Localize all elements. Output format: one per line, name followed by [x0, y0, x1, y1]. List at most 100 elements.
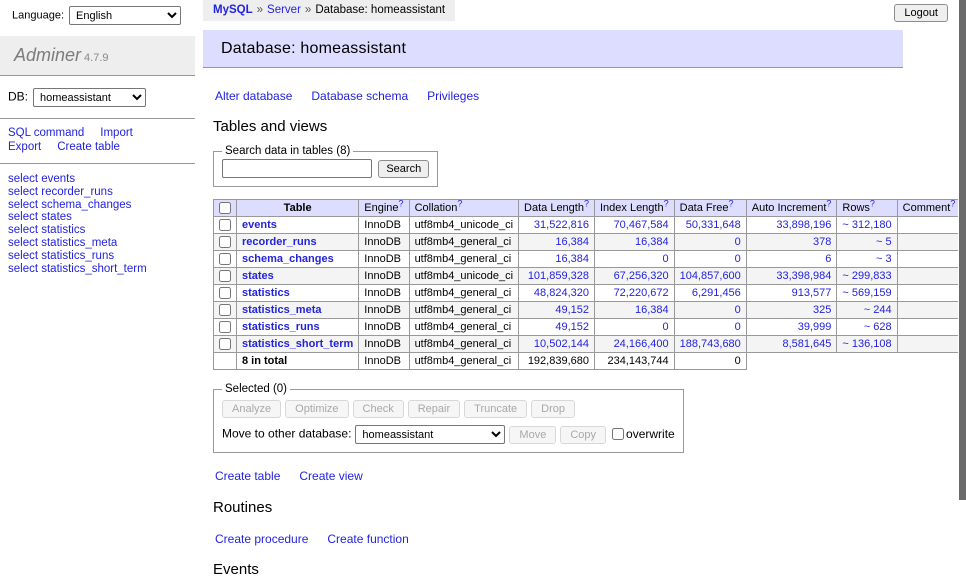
help-link[interactable]: ?	[584, 198, 589, 208]
db-select[interactable]: homeassistant	[33, 88, 146, 107]
auto-increment-link[interactable]: 33,898,196	[776, 219, 831, 231]
table-link-statistics-runs[interactable]: statistics_runs	[242, 321, 320, 333]
link-create-procedure[interactable]: Create procedure	[215, 532, 308, 546]
index-length-link[interactable]: 70,467,584	[614, 219, 669, 231]
rows-link[interactable]: ~ 312,180	[842, 219, 891, 231]
copy-button[interactable]: Copy	[560, 426, 606, 444]
data-length-link[interactable]: 49,152	[555, 321, 589, 333]
sidebar-select-statistics-meta[interactable]: select statistics_meta	[8, 237, 187, 250]
search-input[interactable]	[222, 159, 372, 178]
breadcrumb-server[interactable]: Server	[267, 4, 301, 16]
auto-increment-link[interactable]: 378	[813, 236, 831, 248]
breadcrumb-mysql[interactable]: MySQL	[213, 4, 253, 16]
index-length-link[interactable]: 72,220,672	[614, 287, 669, 299]
row-checkbox[interactable]	[219, 270, 231, 282]
data-length-link[interactable]: 16,384	[555, 253, 589, 265]
row-checkbox[interactable]	[219, 338, 231, 350]
data-free-link[interactable]: 0	[735, 253, 741, 265]
data-length-link[interactable]: 16,384	[555, 236, 589, 248]
auto-increment-link[interactable]: 6	[825, 253, 831, 265]
index-length-link[interactable]: 16,384	[635, 236, 669, 248]
sidebar-select-statistics-short-term[interactable]: select statistics_short_term	[8, 263, 187, 276]
help-link[interactable]: ?	[399, 198, 404, 208]
data-free-link[interactable]: 50,331,648	[686, 219, 741, 231]
help-link[interactable]: ?	[826, 198, 831, 208]
link-create-table[interactable]: Create table	[215, 469, 280, 483]
sidebar-link-sql-command[interactable]: SQL command	[8, 127, 84, 139]
data-length-link[interactable]: 31,522,816	[534, 219, 589, 231]
truncate-button[interactable]: Truncate	[464, 400, 527, 418]
sidebar-select-statistics[interactable]: select statistics	[8, 224, 187, 237]
help-link[interactable]: ?	[870, 198, 875, 208]
move-database-select[interactable]: homeassistant	[355, 425, 505, 444]
rows-link[interactable]: ~ 244	[864, 304, 892, 316]
language-select[interactable]: English	[69, 6, 181, 25]
sidebar-link-import[interactable]: Import	[100, 127, 133, 139]
index-length-link[interactable]: 24,166,400	[614, 338, 669, 350]
logout-button[interactable]: Logout	[894, 4, 948, 22]
sidebar-select-events[interactable]: select events	[8, 173, 187, 186]
row-checkbox[interactable]	[219, 304, 231, 316]
row-checkbox[interactable]	[219, 219, 231, 231]
drop-button[interactable]: Drop	[531, 400, 575, 418]
table-link-statistics-short-term[interactable]: statistics_short_term	[242, 338, 353, 350]
sidebar-link-export[interactable]: Export	[8, 141, 41, 153]
move-button[interactable]: Move	[509, 426, 556, 444]
optimize-button[interactable]: Optimize	[285, 400, 348, 418]
analyze-button[interactable]: Analyze	[222, 400, 281, 418]
index-length-link[interactable]: 67,256,320	[614, 270, 669, 282]
rows-link[interactable]: ~ 3	[876, 253, 892, 265]
rows-link[interactable]: ~ 569,159	[842, 287, 891, 299]
help-link[interactable]: ?	[664, 198, 669, 208]
sidebar-select-statistics-runs[interactable]: select statistics_runs	[8, 250, 187, 263]
data-free-link[interactable]: 104,857,600	[680, 270, 741, 282]
help-link[interactable]: ?	[457, 198, 462, 208]
help-link[interactable]: ?	[729, 198, 734, 208]
search-button[interactable]: Search	[378, 160, 429, 178]
auto-increment-link[interactable]: 33,398,984	[776, 270, 831, 282]
data-free-link[interactable]: 0	[735, 321, 741, 333]
action-link-database-schema[interactable]: Database schema	[311, 89, 408, 103]
rows-link[interactable]: ~ 628	[864, 321, 892, 333]
table-link-events[interactable]: events	[242, 219, 277, 231]
data-length-link[interactable]: 49,152	[555, 304, 589, 316]
table-link-schema-changes[interactable]: schema_changes	[242, 253, 334, 265]
index-length-link[interactable]: 0	[663, 321, 669, 333]
rows-link[interactable]: ~ 299,833	[842, 270, 891, 282]
index-length-link[interactable]: 0	[663, 253, 669, 265]
link-create-view[interactable]: Create view	[299, 469, 362, 483]
link-create-function[interactable]: Create function	[327, 532, 408, 546]
rows-link[interactable]: ~ 136,108	[842, 338, 891, 350]
auto-increment-link[interactable]: 913,577	[792, 287, 832, 299]
table-link-statistics[interactable]: statistics	[242, 287, 290, 299]
action-link-privileges[interactable]: Privileges	[427, 89, 479, 103]
data-free-link[interactable]: 0	[735, 236, 741, 248]
help-link[interactable]: ?	[950, 198, 955, 208]
data-length-link[interactable]: 101,859,328	[528, 270, 589, 282]
action-link-alter-database[interactable]: Alter database	[215, 89, 292, 103]
auto-increment-link[interactable]: 8,581,645	[782, 338, 831, 350]
sidebar-select-schema-changes[interactable]: select schema_changes	[8, 199, 187, 212]
row-checkbox[interactable]	[219, 253, 231, 265]
sidebar-select-recorder-runs[interactable]: select recorder_runs	[8, 186, 187, 199]
data-free-link[interactable]: 6,291,456	[692, 287, 741, 299]
vertical-scrollbar[interactable]	[958, 0, 966, 543]
sidebar-link-create-table[interactable]: Create table	[57, 141, 120, 153]
rows-link[interactable]: ~ 5	[876, 236, 892, 248]
data-length-link[interactable]: 10,502,144	[534, 338, 589, 350]
repair-button[interactable]: Repair	[408, 400, 460, 418]
table-link-statistics-meta[interactable]: statistics_meta	[242, 304, 322, 316]
data-free-link[interactable]: 0	[735, 304, 741, 316]
overwrite-checkbox[interactable]	[612, 428, 624, 440]
auto-increment-link[interactable]: 325	[813, 304, 831, 316]
data-free-link[interactable]: 188,743,680	[680, 338, 741, 350]
row-checkbox[interactable]	[219, 287, 231, 299]
table-link-recorder-runs[interactable]: recorder_runs	[242, 236, 317, 248]
row-checkbox[interactable]	[219, 321, 231, 333]
row-checkbox[interactable]	[219, 236, 231, 248]
index-length-link[interactable]: 16,384	[635, 304, 669, 316]
check-button[interactable]: Check	[353, 400, 404, 418]
sidebar-select-states[interactable]: select states	[8, 211, 187, 224]
select-all-checkbox[interactable]	[219, 202, 231, 214]
scrollbar-thumb[interactable]	[959, 0, 966, 500]
